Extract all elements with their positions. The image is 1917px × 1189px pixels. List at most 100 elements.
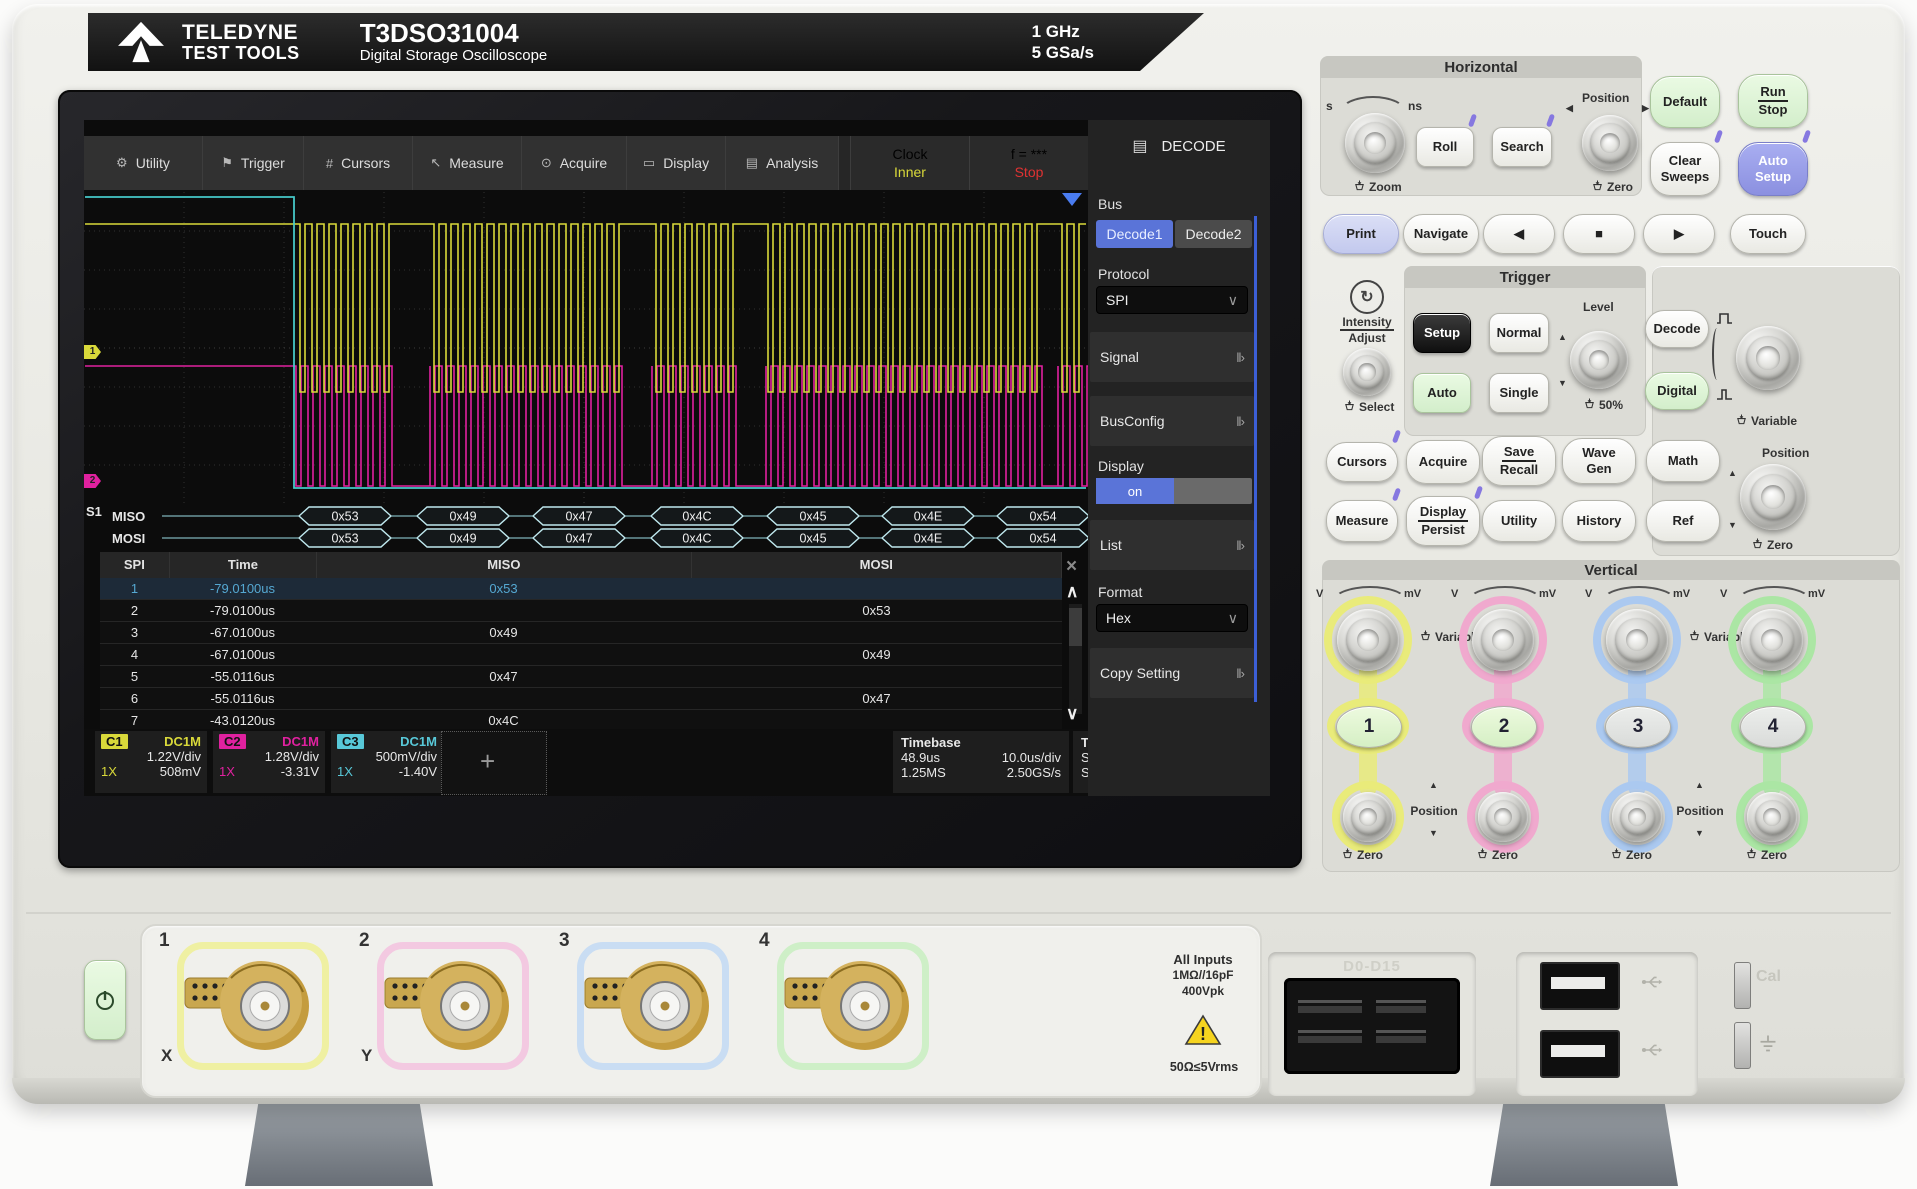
decode-button[interactable]: Decode [1645, 310, 1709, 348]
utility-button[interactable]: Utility [1482, 500, 1556, 542]
copy-setting-row[interactable]: Copy Setting‖› [1090, 648, 1254, 698]
scroll-up-icon[interactable]: ∧ [1066, 582, 1078, 602]
menu-item-display[interactable]: ▭Display [627, 136, 726, 190]
table-row[interactable]: 6-55.0116us0x47 [100, 688, 1062, 710]
digital-button[interactable]: Digital [1645, 372, 1709, 410]
table-row[interactable]: 3-67.0100us0x49 [100, 622, 1062, 644]
acquire-button[interactable]: Acquire [1406, 440, 1480, 484]
run-stop-button[interactable]: RunStop [1738, 74, 1808, 128]
channel-1-button[interactable]: 1 [1336, 706, 1402, 748]
trigger-level-knob[interactable] [1570, 331, 1628, 389]
table-row[interactable]: 5-55.0116us0x47 [100, 666, 1062, 688]
protocol-select[interactable]: SPI∨ [1096, 286, 1248, 314]
clear-sweeps-button[interactable]: ClearSweeps [1650, 142, 1720, 196]
table-row[interactable]: 4-67.0100us0x49 [100, 644, 1062, 666]
scrollbar-track[interactable] [1069, 604, 1082, 714]
scroll-down-icon[interactable]: ∨ [1066, 704, 1078, 724]
timebase-box[interactable]: Timebase 48.9us10.0us/div 1.25MS2.50GS/s [893, 731, 1069, 793]
nav-back-button[interactable]: ◀ [1483, 214, 1555, 254]
decode-list-table[interactable]: SPITimeMISOMOSI1-79.0100us0x532-79.0100u… [100, 552, 1062, 732]
clock-menu-cell[interactable]: ClockInner [851, 136, 970, 190]
nav-stop-button[interactable]: ■ [1563, 214, 1635, 254]
tab-decode1[interactable]: Decode1 [1096, 220, 1173, 248]
channel-2-zero-label: Zero [1477, 848, 1518, 862]
menu-item-cursors[interactable]: #Cursors [304, 136, 413, 190]
channel-status-c2[interactable]: C2DC1M1.28V/div1X-3.31V [213, 731, 325, 793]
display-toggle-on: on [1096, 478, 1174, 504]
trigger-position-marker[interactable] [1062, 193, 1082, 206]
usb-icon [1640, 1042, 1664, 1058]
auto-setup-button[interactable]: AutoSetup [1738, 142, 1808, 196]
save-recall-button[interactable]: SaveRecall [1482, 436, 1556, 486]
mid-position-knob[interactable] [1740, 464, 1806, 530]
horizontal-zoom-knob[interactable] [1345, 113, 1405, 173]
intensity-knob[interactable] [1343, 348, 1391, 396]
channel-4-button[interactable]: 4 [1740, 706, 1806, 748]
push-knob-icon [1584, 398, 1595, 412]
measure-button[interactable]: Measure [1326, 500, 1398, 542]
timebase-points: 1.25MS [901, 765, 946, 780]
trigger-setup-button[interactable]: Setup [1413, 313, 1471, 353]
waveform-area[interactable] [84, 192, 1088, 505]
roll-button[interactable]: Roll [1416, 127, 1474, 167]
bnc-channel-3-number: 3 [559, 930, 570, 952]
format-label: Format [1098, 584, 1142, 600]
ref-button[interactable]: Ref [1646, 500, 1720, 542]
menu-item-utility[interactable]: ⚙Utility [84, 136, 203, 190]
print-button[interactable]: Print [1323, 214, 1399, 254]
menu-item-measure[interactable]: ↖Measure [413, 136, 522, 190]
cursors-button[interactable]: Cursors [1326, 442, 1398, 482]
display-persist-button[interactable]: DisplayPersist [1406, 496, 1480, 546]
channel-2-position-knob[interactable] [1478, 792, 1528, 842]
menu-item-acquire[interactable]: ⊙Acquire [522, 136, 627, 190]
channel-1-scale-knob[interactable] [1337, 609, 1399, 671]
channel-1-position-knob[interactable] [1343, 792, 1393, 842]
display-label: Display [1098, 458, 1144, 474]
cursors-icon: # [326, 156, 333, 171]
channel-2-scale-knob[interactable] [1472, 609, 1534, 671]
teledyne-logo [112, 20, 170, 64]
cal-pin-top [1734, 962, 1751, 1009]
crosshair-box[interactable]: + [441, 731, 547, 795]
channel-3-button[interactable]: 3 [1605, 706, 1671, 748]
format-select[interactable]: Hex∨ [1096, 604, 1248, 632]
channel-4-position-knob[interactable] [1747, 792, 1797, 842]
close-icon[interactable]: × [1066, 556, 1077, 578]
horizontal-position-knob[interactable] [1582, 115, 1638, 171]
channel-3-scale-knob[interactable] [1606, 609, 1668, 671]
touch-button[interactable]: Touch [1730, 214, 1806, 254]
trigger-normal-button[interactable]: Normal [1489, 313, 1549, 353]
model-subtitle: Digital Storage Oscilloscope [360, 48, 548, 65]
bnc-connector-4 [781, 948, 925, 1064]
navigate-button[interactable]: Navigate [1403, 214, 1479, 254]
wave-gen-button[interactable]: WaveGen [1562, 438, 1636, 484]
search-button[interactable]: Search [1492, 127, 1552, 167]
channel-4-scale-knob[interactable] [1741, 609, 1803, 671]
channel-status-c3[interactable]: C3DC1M500mV/div1X-1.40V [331, 731, 443, 793]
list-row[interactable]: List‖› [1090, 520, 1254, 570]
trigger-title: Trigger [1404, 266, 1646, 288]
menu-bar: ⚙Utility⚑Trigger#Cursors↖Measure⊙Acquire… [84, 136, 1088, 190]
table-row[interactable]: 1-79.0100us0x53 [100, 578, 1062, 600]
trigger-single-button[interactable]: Single [1489, 373, 1549, 413]
channel-2-button[interactable]: 2 [1471, 706, 1537, 748]
horizontal-title: Horizontal [1320, 56, 1642, 78]
default-button[interactable]: Default [1650, 76, 1720, 128]
signal-row[interactable]: Signal‖› [1090, 332, 1254, 382]
channel-3-position-knob[interactable] [1612, 792, 1662, 842]
math-button[interactable]: Math [1646, 440, 1720, 482]
menu-item-trigger[interactable]: ⚑Trigger [203, 136, 304, 190]
power-button[interactable] [84, 960, 126, 1040]
display-toggle[interactable]: on [1096, 478, 1252, 504]
variable-knob[interactable] [1736, 326, 1800, 390]
svg-text:MISO: MISO [112, 509, 145, 524]
tab-decode2[interactable]: Decode2 [1175, 220, 1252, 248]
busconfig-row[interactable]: BusConfig‖› [1090, 396, 1254, 446]
history-button[interactable]: History [1562, 500, 1636, 542]
nav-forward-button[interactable]: ▶ [1643, 214, 1715, 254]
menu-item-analysis[interactable]: ▤Analysis [726, 136, 839, 190]
trigger-auto-button[interactable]: Auto [1413, 373, 1471, 413]
table-row[interactable]: 2-79.0100us0x53 [100, 600, 1062, 622]
channel-status-c1[interactable]: C1DC1M1.22V/div1X508mV [95, 731, 207, 793]
panel-accent-bar [1254, 216, 1257, 702]
